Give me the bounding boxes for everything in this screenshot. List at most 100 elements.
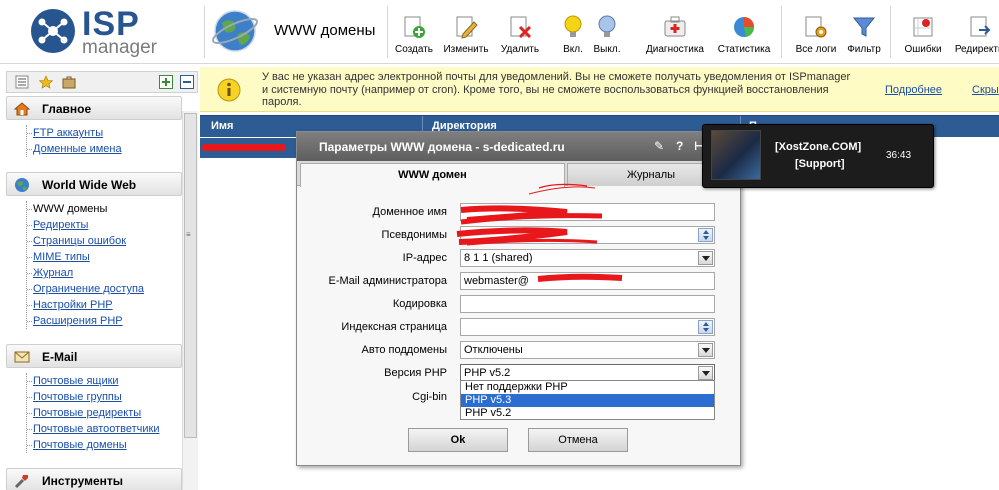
- toolbar-label: Вкл.: [563, 44, 583, 55]
- sidebar-item-php-extensions[interactable]: Расширения PHP: [27, 313, 182, 329]
- aliases-spin-icon[interactable]: [698, 228, 713, 242]
- sidebar-item-label[interactable]: Доменные имена: [33, 143, 122, 155]
- sidebar-item-mail-domains[interactable]: Почтовые домены: [27, 437, 182, 453]
- sidebar-item-label[interactable]: Страницы ошибок: [33, 235, 126, 247]
- sidebar-item-www-domains[interactable]: WWW домены: [27, 201, 182, 217]
- column-header-name[interactable]: Имя: [211, 120, 233, 132]
- sidebar-item-label[interactable]: FTP аккаунты: [33, 127, 103, 139]
- toolbar-edit-button[interactable]: Изменить: [441, 14, 491, 55]
- sidebar-item-label[interactable]: Почтовые домены: [33, 439, 127, 451]
- toolbar-label: Все логи: [795, 44, 837, 55]
- mail-icon: [14, 351, 30, 363]
- index-page-input[interactable]: [460, 318, 715, 336]
- field-label: IP-адрес: [402, 252, 447, 264]
- auto-subdomains-value: Отключены: [464, 344, 523, 356]
- scrollbar-grip-icon: ≡: [186, 230, 191, 239]
- sidebar-item-mail-groups[interactable]: Почтовые группы: [27, 389, 182, 405]
- sidebar-item-label[interactable]: Журнал: [33, 267, 73, 279]
- toolbar-errors-button[interactable]: Ошибки: [901, 14, 945, 55]
- page-title: WWW домены: [274, 22, 376, 39]
- sidebar-item-ftp[interactable]: FTP аккаунты: [27, 125, 182, 141]
- collapse-all-icon[interactable]: [180, 75, 194, 89]
- admin-email-value: webmaster@: [464, 275, 529, 287]
- pin-icon[interactable]: ✎: [654, 139, 664, 153]
- sidebar-item-mail-redirects[interactable]: Почтовые редиректы: [27, 405, 182, 421]
- list-view-icon[interactable]: [15, 75, 29, 89]
- sidebar-item-label[interactable]: WWW домены: [33, 203, 107, 215]
- sidebar-item-label[interactable]: Редиректы: [33, 219, 88, 231]
- logo-product: manager: [82, 37, 157, 58]
- php-option-highlighted[interactable]: PHP v5.3: [461, 394, 714, 407]
- php-option[interactable]: PHP v5.2: [461, 407, 714, 420]
- field-row-autosub: Авто поддомены Отключены: [297, 341, 740, 361]
- sidebar-item-label[interactable]: Почтовые редиректы: [33, 407, 141, 419]
- sidebar-toolbar: [6, 71, 198, 93]
- create-icon: [404, 16, 425, 38]
- toolbar-disable-button[interactable]: Выкл.: [591, 14, 623, 55]
- admin-email-input[interactable]: webmaster@: [460, 272, 715, 290]
- sidebar-item-log[interactable]: Журнал: [27, 265, 182, 281]
- chat-notification-popup[interactable]: [XostZone.COM] [Support] 36:43: [702, 124, 934, 188]
- sidebar-item-label[interactable]: MIME типы: [33, 251, 90, 263]
- domain-name-input[interactable]: [460, 203, 715, 221]
- dialog-titlebar[interactable]: Параметры WWW домена - s-dedicated.ru ✎ …: [297, 132, 740, 161]
- toolbar-stats-button[interactable]: Статистика: [714, 14, 774, 55]
- chevron-down-icon[interactable]: [698, 343, 713, 357]
- toolbar-redirect-button[interactable]: Редиректы: [951, 14, 999, 55]
- sidebar-group-email: E-Mail Почтовые ящики Почтовые группы По…: [6, 344, 182, 453]
- sidebar-item-redirects[interactable]: Редиректы: [27, 217, 182, 233]
- notice-hide-link[interactable]: Скры: [972, 84, 999, 96]
- tab-www-domain[interactable]: WWW домен: [300, 163, 565, 187]
- field-row-charset: Кодировка: [297, 295, 740, 315]
- scrollbar-thumb[interactable]: [184, 113, 197, 438]
- sidebar-item-autoresponders[interactable]: Почтовые автоответчики: [27, 421, 182, 437]
- sidebar-group-header[interactable]: World Wide Web: [6, 172, 182, 196]
- globe-icon: [15, 178, 29, 192]
- sidebar-group-header[interactable]: Главное: [6, 96, 182, 120]
- chevron-down-icon[interactable]: [698, 251, 713, 265]
- php-option[interactable]: Нет поддержки PHP: [461, 381, 714, 394]
- toolbar-enable-button[interactable]: Вкл.: [560, 14, 586, 55]
- sidebar-item-mailboxes[interactable]: Почтовые ящики: [27, 373, 182, 389]
- briefcase-icon[interactable]: [62, 75, 76, 89]
- favorites-star-icon[interactable]: [39, 75, 53, 89]
- sidebar-group-title: E-Mail: [42, 350, 78, 364]
- help-icon[interactable]: ?: [676, 139, 683, 153]
- toolbar-logs-button[interactable]: Все логи: [793, 14, 839, 55]
- index-spin-icon[interactable]: [698, 320, 713, 334]
- sidebar-item-label[interactable]: Почтовые группы: [33, 391, 122, 403]
- sidebar-item-label[interactable]: Почтовые ящики: [33, 375, 119, 387]
- toolbar-filter-button[interactable]: Фильтр: [845, 14, 883, 55]
- toolbar-delete-button[interactable]: Удалить: [497, 14, 543, 55]
- aliases-input[interactable]: [460, 226, 715, 244]
- expand-all-icon[interactable]: [159, 75, 173, 89]
- sidebar-item-label[interactable]: Расширения PHP: [33, 315, 123, 327]
- sidebar-item-domains[interactable]: Доменные имена: [27, 141, 182, 157]
- field-row-domain: Доменное имя: [297, 203, 740, 223]
- sidebar-group-header[interactable]: Инструменты: [6, 468, 182, 490]
- sidebar-item-mime-types[interactable]: MIME типы: [27, 249, 182, 265]
- table-row-selected[interactable]: [200, 138, 299, 158]
- auto-subdomains-select[interactable]: Отключены: [460, 341, 715, 359]
- sidebar-scrollbar[interactable]: ≡: [182, 111, 198, 490]
- sidebar-item-label[interactable]: Ограничение доступа: [33, 283, 144, 295]
- sidebar-item-label[interactable]: Настройки PHP: [33, 299, 113, 311]
- sidebar-item-access-limit[interactable]: Ограничение доступа: [27, 281, 182, 297]
- cancel-button[interactable]: Отмена: [528, 428, 628, 452]
- sidebar-group-title: Главное: [42, 102, 92, 116]
- sidebar-item-label[interactable]: Почтовые автоответчики: [33, 423, 159, 435]
- sidebar-group-main: Главное FTP аккаунты Доменные имена: [6, 96, 182, 157]
- notice-more-link[interactable]: Подробнее: [885, 84, 942, 96]
- toolbar-create-button[interactable]: Создать: [392, 14, 436, 55]
- email-notice-banner: У вас не указан адрес электронной почты …: [200, 67, 999, 112]
- chevron-down-icon[interactable]: [698, 366, 713, 380]
- ok-button[interactable]: Ok: [408, 428, 508, 452]
- ip-address-select[interactable]: 8 1 1 (shared): [460, 249, 715, 267]
- charset-input[interactable]: [460, 295, 715, 313]
- isp-manager-logo[interactable]: ISP manager: [30, 6, 200, 58]
- toolbar-diagnostics-button[interactable]: Диагностика: [642, 14, 708, 55]
- sidebar-group-header[interactable]: E-Mail: [6, 344, 182, 368]
- sidebar-item-error-pages[interactable]: Страницы ошибок: [27, 233, 182, 249]
- sidebar-item-php-settings[interactable]: Настройки PHP: [27, 297, 182, 313]
- header-divider: [387, 6, 388, 58]
